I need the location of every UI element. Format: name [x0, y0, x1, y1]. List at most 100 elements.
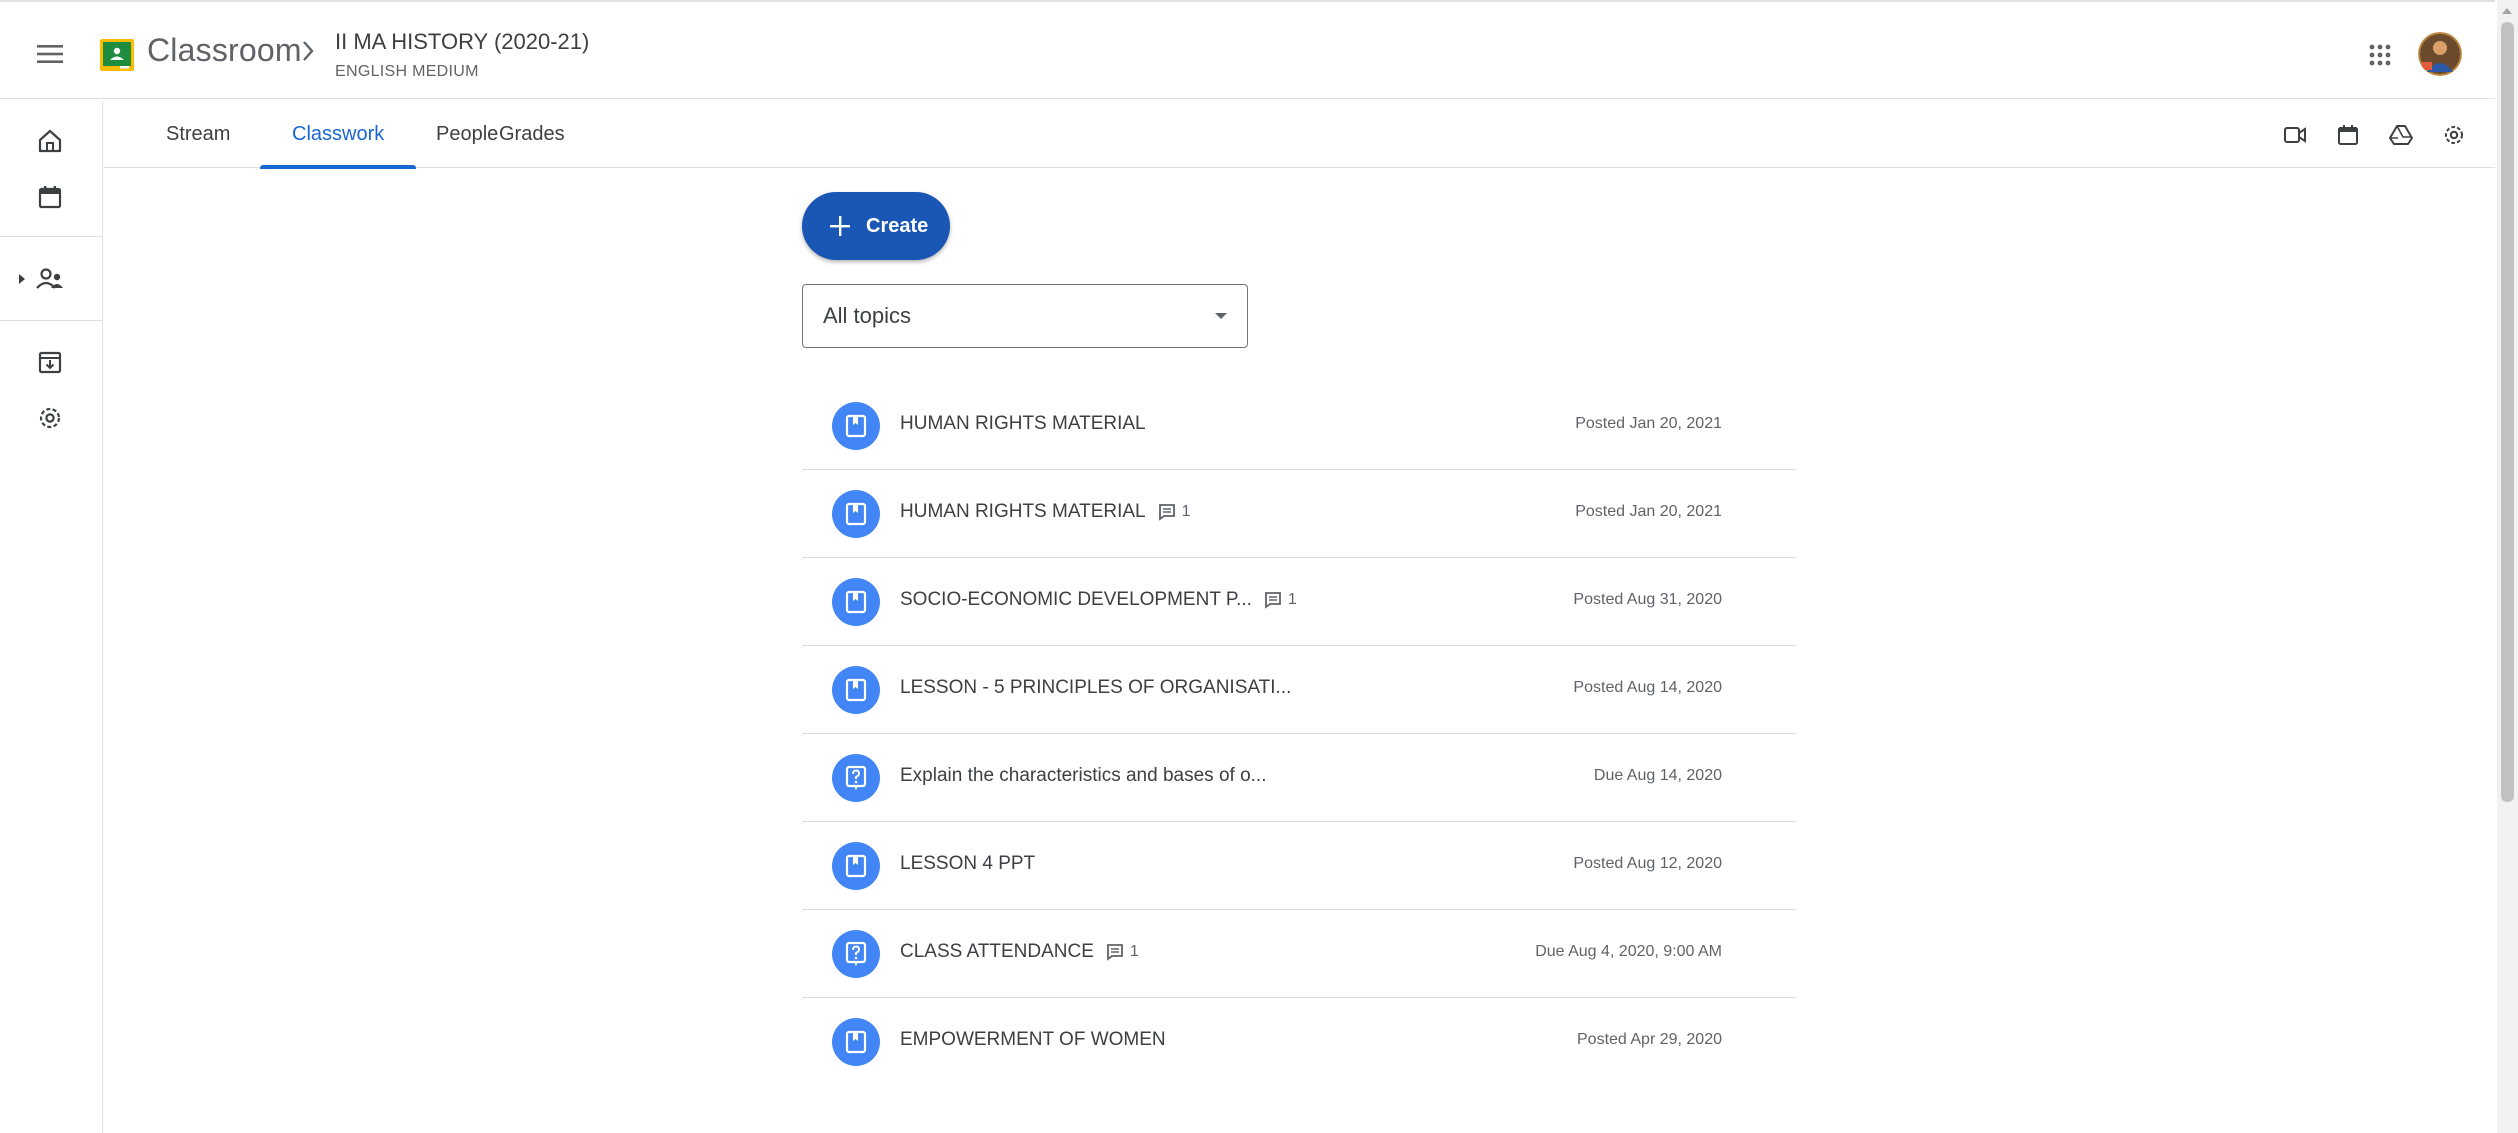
classwork-item-date: Due Aug 14, 2020 — [1593, 767, 1722, 784]
rail-divider — [0, 236, 103, 237]
classwork-item-date: Due Aug 4, 2020, 9:00 AM — [1535, 943, 1722, 960]
classwork-item-title-text: LESSON 4 PPT — [900, 853, 1036, 874]
classwork-item-date: Posted Apr 29, 2020 — [1577, 1031, 1722, 1048]
material-icon — [845, 502, 867, 526]
classwork-item-title-text: SOCIO-ECONOMIC DEVELOPMENT P... — [900, 589, 1252, 610]
classwork-item[interactable]: CLASS ATTENDANCE 1 Due Aug 4, 2020, 9:00 A… — [802, 910, 1796, 998]
calendar-icon — [38, 186, 62, 209]
material-item-icon — [832, 490, 880, 538]
classwork-item-title: SOCIO-ECONOMIC DEVELOPMENT P... 1 — [900, 589, 1297, 611]
classwork-item-title-text: LESSON - 5 PRINCIPLES OF ORGANISATI... — [900, 677, 1292, 698]
classwork-item[interactable]: HUMAN RIGHTS MATERIAL Posted Jan 20, 2021 — [802, 382, 1796, 470]
class-title: II MA HISTORY (2020-21) — [335, 29, 590, 54]
classwork-item-title-text: HUMAN RIGHTS MATERIAL — [900, 501, 1146, 522]
create-button-label: Create — [866, 214, 929, 237]
material-item-icon — [832, 1018, 880, 1066]
classwork-item[interactable]: Explain the characteristics and bases of… — [802, 734, 1796, 822]
rail-enrolled-button[interactable] — [32, 261, 68, 297]
material-item-icon — [832, 402, 880, 450]
classwork-item-date: Posted Aug 31, 2020 — [1573, 591, 1722, 608]
scroll-up-arrow-icon[interactable] — [2502, 8, 2512, 14]
home-icon — [38, 129, 62, 153]
meet-video-icon — [2284, 127, 2306, 143]
create-button[interactable]: Create — [802, 192, 950, 260]
scrollbar-thumb[interactable] — [2501, 22, 2514, 802]
classwork-item-title: Explain the characteristics and bases of… — [900, 765, 1266, 787]
class-calendar-button[interactable] — [2332, 119, 2364, 151]
settings-icon — [39, 407, 61, 429]
classwork-item-title: HUMAN RIGHTS MATERIAL — [900, 413, 1146, 435]
comment-icon — [1158, 504, 1175, 521]
caret-right-icon — [19, 274, 25, 284]
classwork-item[interactable]: SOCIO-ECONOMIC DEVELOPMENT P... 1 Posted A… — [802, 558, 1796, 646]
to-do-icon — [38, 351, 62, 374]
question-icon — [845, 765, 867, 790]
material-icon — [845, 854, 867, 878]
plus-icon — [830, 216, 850, 236]
material-item-icon — [832, 666, 880, 714]
comment-count-value: 1 — [1181, 502, 1191, 520]
material-item-icon — [832, 842, 880, 890]
app-title[interactable]: Classroom — [147, 32, 302, 69]
top-app-bar: Classroom II MA HISTORY (2020-21) ENGLIS… — [0, 0, 2495, 99]
comment-count: 1 — [1264, 591, 1297, 609]
main-menu-button[interactable] — [28, 32, 72, 76]
comment-icon — [1265, 592, 1281, 609]
tab-classwork[interactable]: Classwork — [260, 101, 417, 169]
settings-icon — [2445, 126, 2463, 144]
class-tabs: Stream Classwork People Grades — [104, 101, 2495, 169]
meet-button[interactable] — [2279, 119, 2311, 151]
google-apps-icon[interactable] — [2362, 37, 2398, 73]
question-item-icon — [832, 930, 880, 978]
question-icon — [845, 941, 867, 966]
classwork-list: HUMAN RIGHTS MATERIAL Posted Jan 20, 2021… — [802, 382, 1796, 1086]
dropdown-arrow-icon — [1215, 313, 1227, 319]
class-settings-button[interactable] — [2438, 119, 2470, 151]
comment-count: 1 — [1106, 943, 1139, 961]
rail-home-button[interactable] — [32, 123, 68, 159]
classwork-item-title-text: HUMAN RIGHTS MATERIAL — [900, 413, 1146, 434]
topic-filter-value: All topics — [823, 303, 912, 328]
rail-calendar-button[interactable] — [32, 179, 68, 215]
left-navigation-rail — [0, 101, 103, 1133]
classwork-item[interactable]: EMPOWERMENT OF WOMEN Posted Apr 29, 2020 — [802, 998, 1796, 1086]
classwork-item-title-text: CLASS ATTENDANCE — [900, 941, 1094, 962]
classwork-item[interactable]: LESSON - 5 PRINCIPLES OF ORGANISATI... Po… — [802, 646, 1796, 734]
classwork-item-title-text: Explain the characteristics and bases of… — [900, 765, 1267, 786]
rail-settings-button[interactable] — [32, 400, 68, 436]
rail-divider — [0, 320, 103, 321]
comment-count-value: 1 — [1287, 590, 1297, 608]
classwork-item-title: LESSON - 5 PRINCIPLES OF ORGANISATI... — [900, 677, 1291, 699]
material-icon — [845, 590, 867, 614]
classwork-item-date: Posted Aug 14, 2020 — [1573, 679, 1722, 696]
classroom-logo-icon[interactable] — [100, 39, 134, 71]
drive-icon — [2389, 125, 2413, 145]
material-icon — [845, 678, 867, 702]
classwork-item-title: HUMAN RIGHTS MATERIAL 1 — [900, 501, 1191, 523]
classwork-item-title: EMPOWERMENT OF WOMEN — [900, 1029, 1166, 1051]
class-section: ENGLISH MEDIUM — [335, 63, 479, 80]
topic-filter-select[interactable]: All topics — [802, 284, 1248, 348]
classwork-item-date: Posted Jan 20, 2021 — [1575, 415, 1722, 432]
class-drive-folder-button[interactable] — [2385, 119, 2417, 151]
comment-count-value: 1 — [1129, 942, 1139, 960]
classwork-item-title: CLASS ATTENDANCE 1 — [900, 941, 1139, 963]
tab-stream[interactable]: Stream — [134, 101, 262, 168]
comment-icon — [1107, 944, 1123, 961]
rail-todo-button[interactable] — [32, 344, 68, 380]
tab-grades[interactable]: Grades — [467, 101, 597, 168]
classwork-item-title: LESSON 4 PPT — [900, 853, 1035, 875]
classwork-item-title-text: EMPOWERMENT OF WOMEN — [900, 1029, 1166, 1050]
material-item-icon — [832, 578, 880, 626]
account-avatar[interactable] — [2418, 32, 2462, 76]
material-icon — [845, 414, 867, 438]
hamburger-menu-icon — [37, 45, 63, 63]
classwork-item-date: Posted Jan 20, 2021 — [1575, 503, 1722, 520]
rail-expand-button[interactable] — [12, 261, 32, 297]
breadcrumb-chevron-icon — [303, 41, 314, 61]
classwork-item[interactable]: HUMAN RIGHTS MATERIAL 1 Posted Jan 20, 202… — [802, 470, 1796, 558]
classwork-item[interactable]: LESSON 4 PPT Posted Aug 12, 2020 — [802, 822, 1796, 910]
calendar-icon — [2338, 125, 2358, 145]
classwork-item-date: Posted Aug 12, 2020 — [1573, 855, 1722, 872]
material-icon — [845, 1030, 867, 1054]
